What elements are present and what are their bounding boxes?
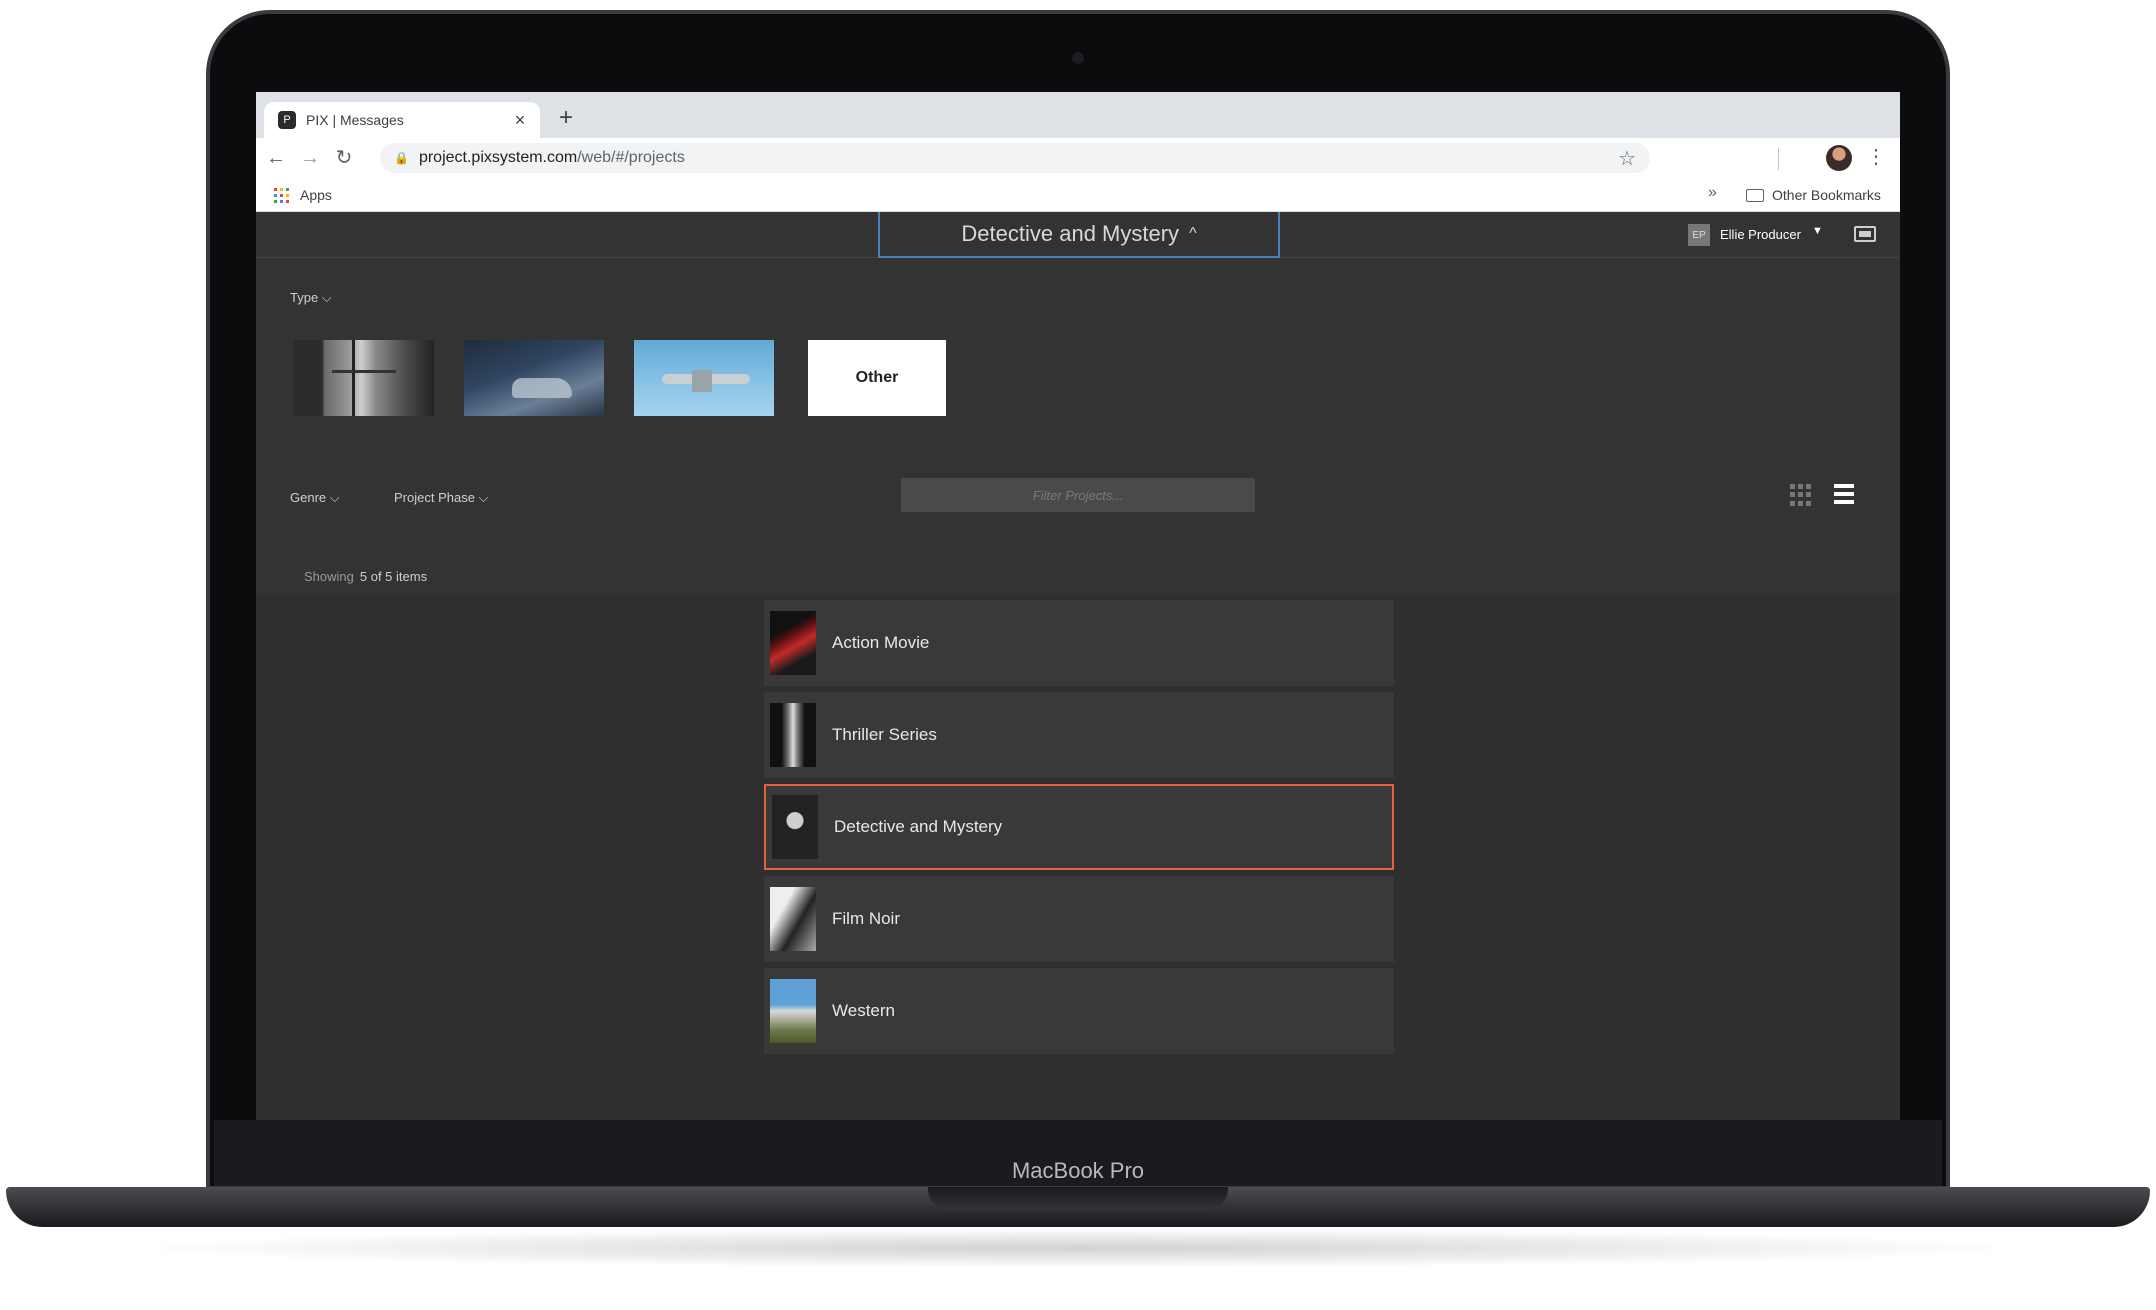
project-row-western[interactable]: Western — [764, 968, 1394, 1054]
user-name[interactable]: Ellie Producer — [1720, 227, 1801, 242]
other-bookmarks[interactable]: Other Bookmarks — [1772, 187, 1881, 203]
bookmarks-bar: Apps » Other Bookmarks — [256, 178, 1900, 212]
project-title: Thriller Series — [832, 725, 937, 744]
fullscreen-icon[interactable] — [1854, 226, 1876, 242]
user-avatar[interactable]: EP — [1688, 224, 1710, 246]
project-thumbnail — [770, 887, 816, 951]
type-tile-other[interactable]: Other — [808, 340, 946, 416]
profile-avatar[interactable] — [1826, 145, 1852, 171]
apps-grid-icon[interactable] — [274, 188, 289, 203]
project-thumbnail — [770, 703, 816, 767]
filter-projects-input[interactable] — [901, 478, 1255, 512]
new-tab-button[interactable]: + — [552, 104, 580, 132]
url-path: /web/#/projects — [577, 149, 685, 166]
project-title: Western — [832, 1001, 895, 1020]
type-filter-dropdown[interactable]: Type ⌵ — [290, 290, 332, 306]
screen: P PIX | Messages × + ← → ↻ 🔒 project.pix… — [256, 92, 1900, 1120]
back-icon[interactable]: ← — [262, 144, 290, 172]
showing-label: Showing — [304, 569, 354, 584]
toolbar-divider — [1778, 148, 1779, 170]
chevron-up-icon: ^ — [1189, 225, 1197, 242]
project-thumbnail — [770, 979, 816, 1043]
lock-icon: 🔒 — [394, 151, 409, 165]
bookmarks-overflow-icon[interactable]: » — [1708, 184, 1717, 202]
type-tile-other-label: Other — [855, 369, 899, 386]
forward-icon[interactable]: → — [296, 144, 324, 172]
tab-strip: P PIX | Messages × + — [256, 92, 1900, 138]
address-bar[interactable]: 🔒 project.pixsystem.com/web/#/projects ☆ — [380, 143, 1650, 173]
showing-count: 5 of 5 items — [359, 569, 428, 584]
project-title: Action Movie — [832, 633, 930, 652]
project-selector[interactable]: Detective and Mystery ^ — [878, 212, 1280, 258]
project-title: Film Noir — [832, 909, 900, 928]
close-tab-icon[interactable]: × — [510, 110, 530, 131]
user-menu-caret-icon[interactable]: ▼ — [1812, 225, 1823, 237]
genre-filter-dropdown[interactable]: Genre ⌵ — [290, 490, 340, 506]
camera-icon — [1072, 52, 1084, 64]
type-tile-window[interactable] — [294, 340, 434, 416]
type-tile-airplane[interactable] — [634, 340, 774, 416]
project-phase-filter-dropdown[interactable]: Project Phase ⌵ — [394, 490, 488, 506]
project-thumbnail — [772, 795, 818, 859]
tab-title: PIX | Messages — [306, 112, 404, 128]
project-row-action-movie[interactable]: Action Movie — [764, 600, 1394, 686]
item-count: Showing 5 of 5 items — [304, 569, 427, 584]
grid-view-icon[interactable] — [1790, 484, 1812, 506]
laptop-brand-label: MacBook Pro — [1011, 1158, 1145, 1183]
bookmark-star-icon[interactable]: ☆ — [1618, 146, 1636, 171]
pix-app: Detective and Mystery ^ EP Ellie Produce… — [256, 212, 1900, 1120]
reload-icon[interactable]: ↻ — [330, 144, 358, 172]
laptop-notch — [928, 1187, 1228, 1211]
pix-favicon-icon: P — [278, 111, 296, 129]
project-list: Action Movie Thriller Series Detective a… — [256, 594, 1900, 1120]
project-thumbnail — [770, 611, 816, 675]
project-row-film-noir[interactable]: Film Noir — [764, 876, 1394, 962]
project-title: Detective and Mystery — [834, 817, 1003, 836]
browser-menu-icon[interactable]: ⋮ — [1866, 144, 1886, 169]
list-view-icon[interactable] — [1834, 484, 1854, 506]
browser-toolbar: ← → ↻ 🔒 project.pixsystem.com/web/#/proj… — [256, 138, 1900, 178]
browser-tab[interactable]: P PIX | Messages × — [264, 102, 540, 138]
laptop-shadow — [120, 1228, 2036, 1268]
folder-icon — [1746, 189, 1764, 202]
project-row-detective-and-mystery[interactable]: Detective and Mystery — [764, 784, 1394, 870]
project-row-thriller-series[interactable]: Thriller Series — [764, 692, 1394, 778]
current-project-title: Detective and Mystery — [961, 221, 1180, 246]
apps-bookmark[interactable]: Apps — [300, 187, 332, 203]
app-header: Detective and Mystery ^ EP Ellie Produce… — [256, 212, 1900, 258]
type-tile-laptop[interactable] — [464, 340, 604, 416]
url-host: project.pixsystem.com — [418, 149, 578, 166]
